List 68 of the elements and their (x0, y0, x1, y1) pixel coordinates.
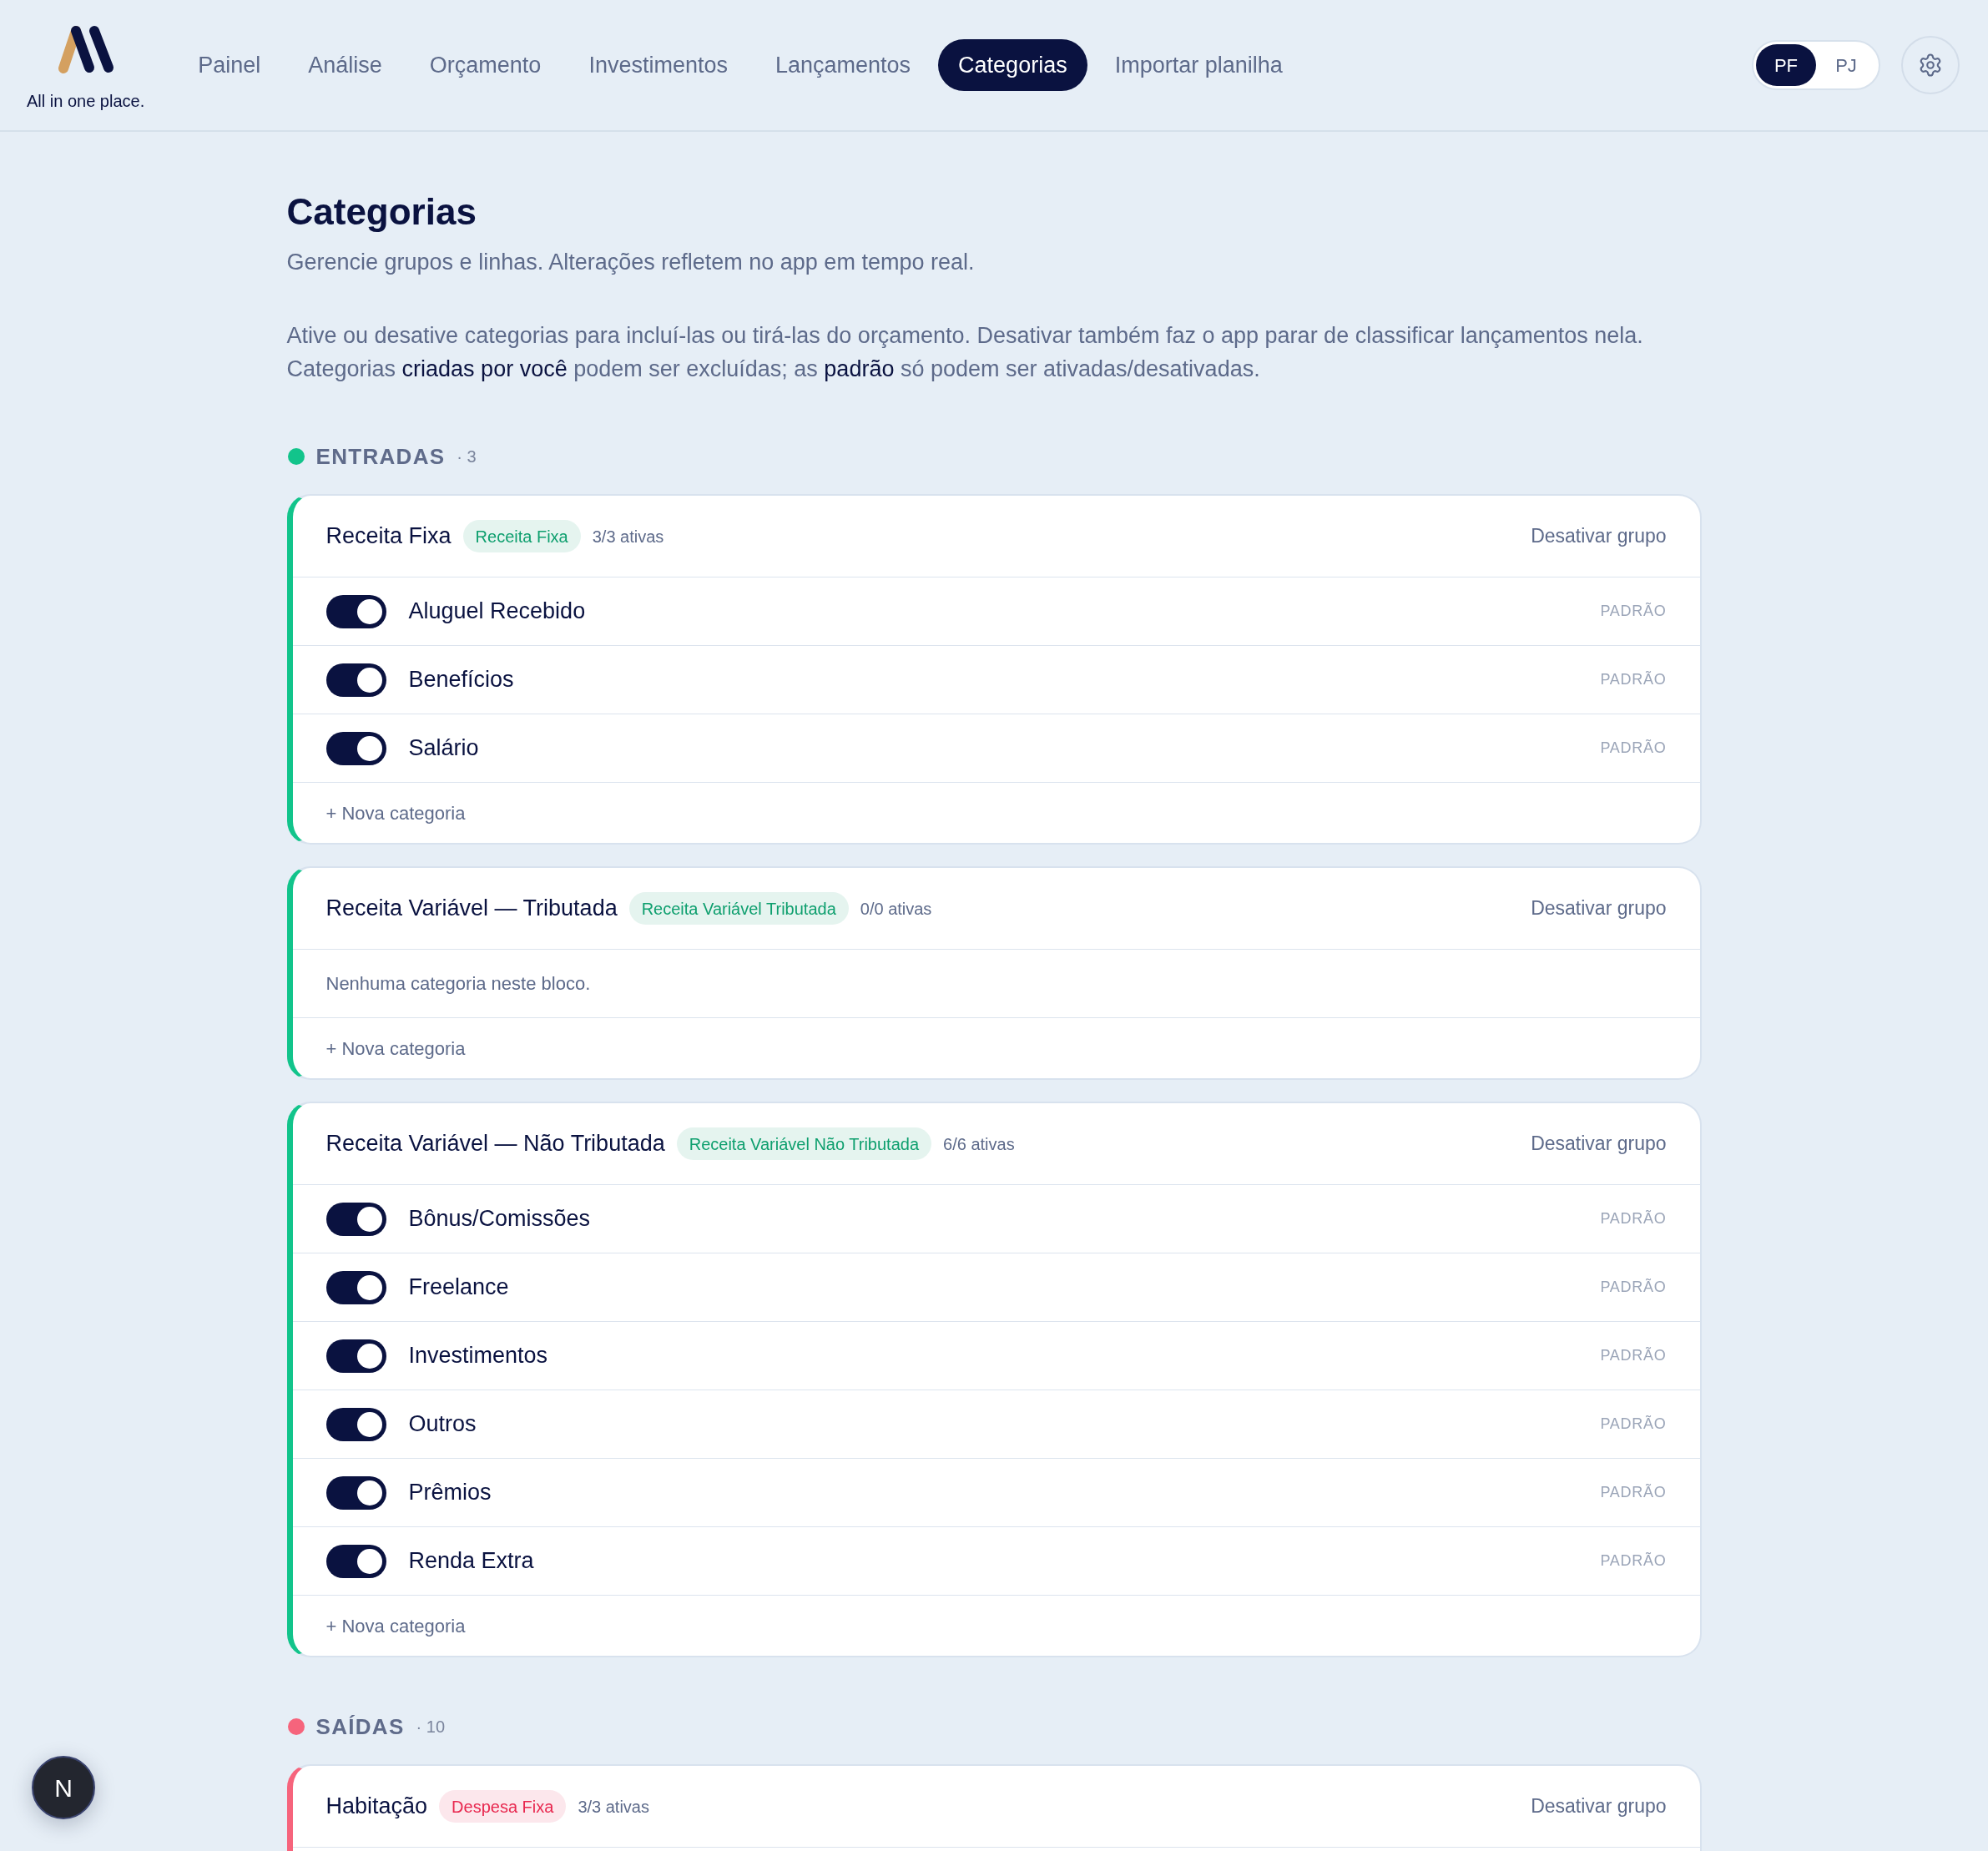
default-tag: PADRÃO (1600, 737, 1667, 759)
group-title: Receita Fixa (325, 522, 452, 551)
new-category-button[interactable]: + Nova categoria (325, 1611, 466, 1640)
profile-option[interactable]: PJ (1816, 44, 1876, 86)
toggle-switch[interactable] (325, 1544, 386, 1578)
section-title: ENTRADAS (315, 442, 446, 471)
deactivate-group-button[interactable]: Desativar grupo (1531, 1129, 1667, 1158)
section-count: · 10 (416, 1717, 445, 1738)
intro-paragraph: Ative ou desative categorias para incluí-las ou tirá-las do orçamento. Desativar também faz o app parar de classificar lançamentos nela. Categorias criadas por você podem ser excluídas; as padrão só podem ser ativadas/desativadas. (286, 322, 1644, 383)
default-tag: PADRÃO (1600, 1481, 1667, 1504)
category-name: Bônus/Comissões (408, 1205, 591, 1233)
category-name: Salário (408, 734, 479, 763)
group-title: Receita Variável — Tributada (325, 895, 618, 923)
section-title: SAÍDAS (315, 1712, 405, 1741)
section-count: · 3 (457, 446, 477, 467)
nav-tab[interactable]: Categorias (938, 39, 1087, 91)
active-count: 3/3 ativas (592, 526, 664, 547)
nav-tab[interactable]: Orçamento (409, 39, 562, 91)
settings-icon (1918, 53, 1943, 78)
default-tag: PADRÃO (1600, 1276, 1667, 1299)
nav-tab[interactable]: Análise (288, 39, 402, 91)
dev-tools-button[interactable]: N (32, 1756, 95, 1819)
toggle-switch[interactable] (325, 1339, 386, 1373)
category-name: Freelance (408, 1274, 509, 1302)
category-name: Prêmios (408, 1479, 492, 1507)
empty-message: Nenhuma categoria neste bloco. (325, 972, 591, 996)
category-name: Aluguel Recebido (408, 598, 586, 626)
category-name: Outros (408, 1410, 477, 1439)
toggle-switch[interactable] (325, 1202, 386, 1236)
settings-button[interactable] (1901, 36, 1960, 94)
new-category-button[interactable]: + Nova categoria (325, 799, 466, 827)
toggle-switch[interactable] (325, 1270, 386, 1304)
profile-option[interactable]: PF (1756, 44, 1816, 86)
category-badge: Receita Fixa (462, 520, 581, 552)
deactivate-group-button[interactable]: Desativar grupo (1531, 522, 1667, 551)
logo-tagline: All in one place. (27, 90, 145, 112)
default-tag: PADRÃO (1600, 1344, 1667, 1367)
toggle-switch[interactable] (325, 1475, 386, 1510)
toggle-switch[interactable] (325, 731, 386, 765)
default-tag: PADRÃO (1600, 1413, 1667, 1435)
category-name: Investimentos (408, 1342, 548, 1370)
active-count: 6/6 ativas (943, 1133, 1015, 1155)
logo-icon (56, 23, 115, 74)
default-tag: PADRÃO (1600, 1550, 1667, 1572)
nav-tab[interactable]: Investimentos (568, 39, 748, 91)
page-title: Categorias (286, 190, 477, 234)
deactivate-group-button[interactable]: Desativar grupo (1531, 894, 1667, 923)
group-title: Habitação (325, 1793, 428, 1821)
new-category-button[interactable]: + Nova categoria (325, 1034, 466, 1062)
default-tag: PADRÃO (1600, 600, 1667, 623)
category-badge: Receita Variável Não Tributada (676, 1127, 932, 1160)
toggle-switch[interactable] (325, 594, 386, 628)
group-title: Receita Variável — Não Tributada (325, 1130, 665, 1158)
default-tag: PADRÃO (1600, 1208, 1667, 1230)
deactivate-group-button[interactable]: Desativar grupo (1531, 1792, 1667, 1821)
active-count: 0/0 ativas (860, 898, 932, 920)
toggle-switch[interactable] (325, 1407, 386, 1441)
category-badge: Receita Variável Tributada (628, 892, 849, 925)
nav-tab[interactable]: Importar planilha (1094, 39, 1303, 91)
default-tag: PADRÃO (1600, 668, 1667, 691)
category-badge: Despesa Fixa (439, 1790, 567, 1823)
nav-tab[interactable]: Lançamentos (754, 39, 931, 91)
category-name: Renda Extra (408, 1547, 534, 1576)
page-subtitle: Gerencie grupos e linhas. Alterações refletem no app em tempo real. (286, 249, 976, 276)
nav-tab[interactable]: Painel (178, 39, 281, 91)
toggle-switch[interactable] (325, 663, 386, 697)
category-name: Benefícios (408, 666, 514, 694)
active-count: 3/3 ativas (578, 1796, 649, 1818)
